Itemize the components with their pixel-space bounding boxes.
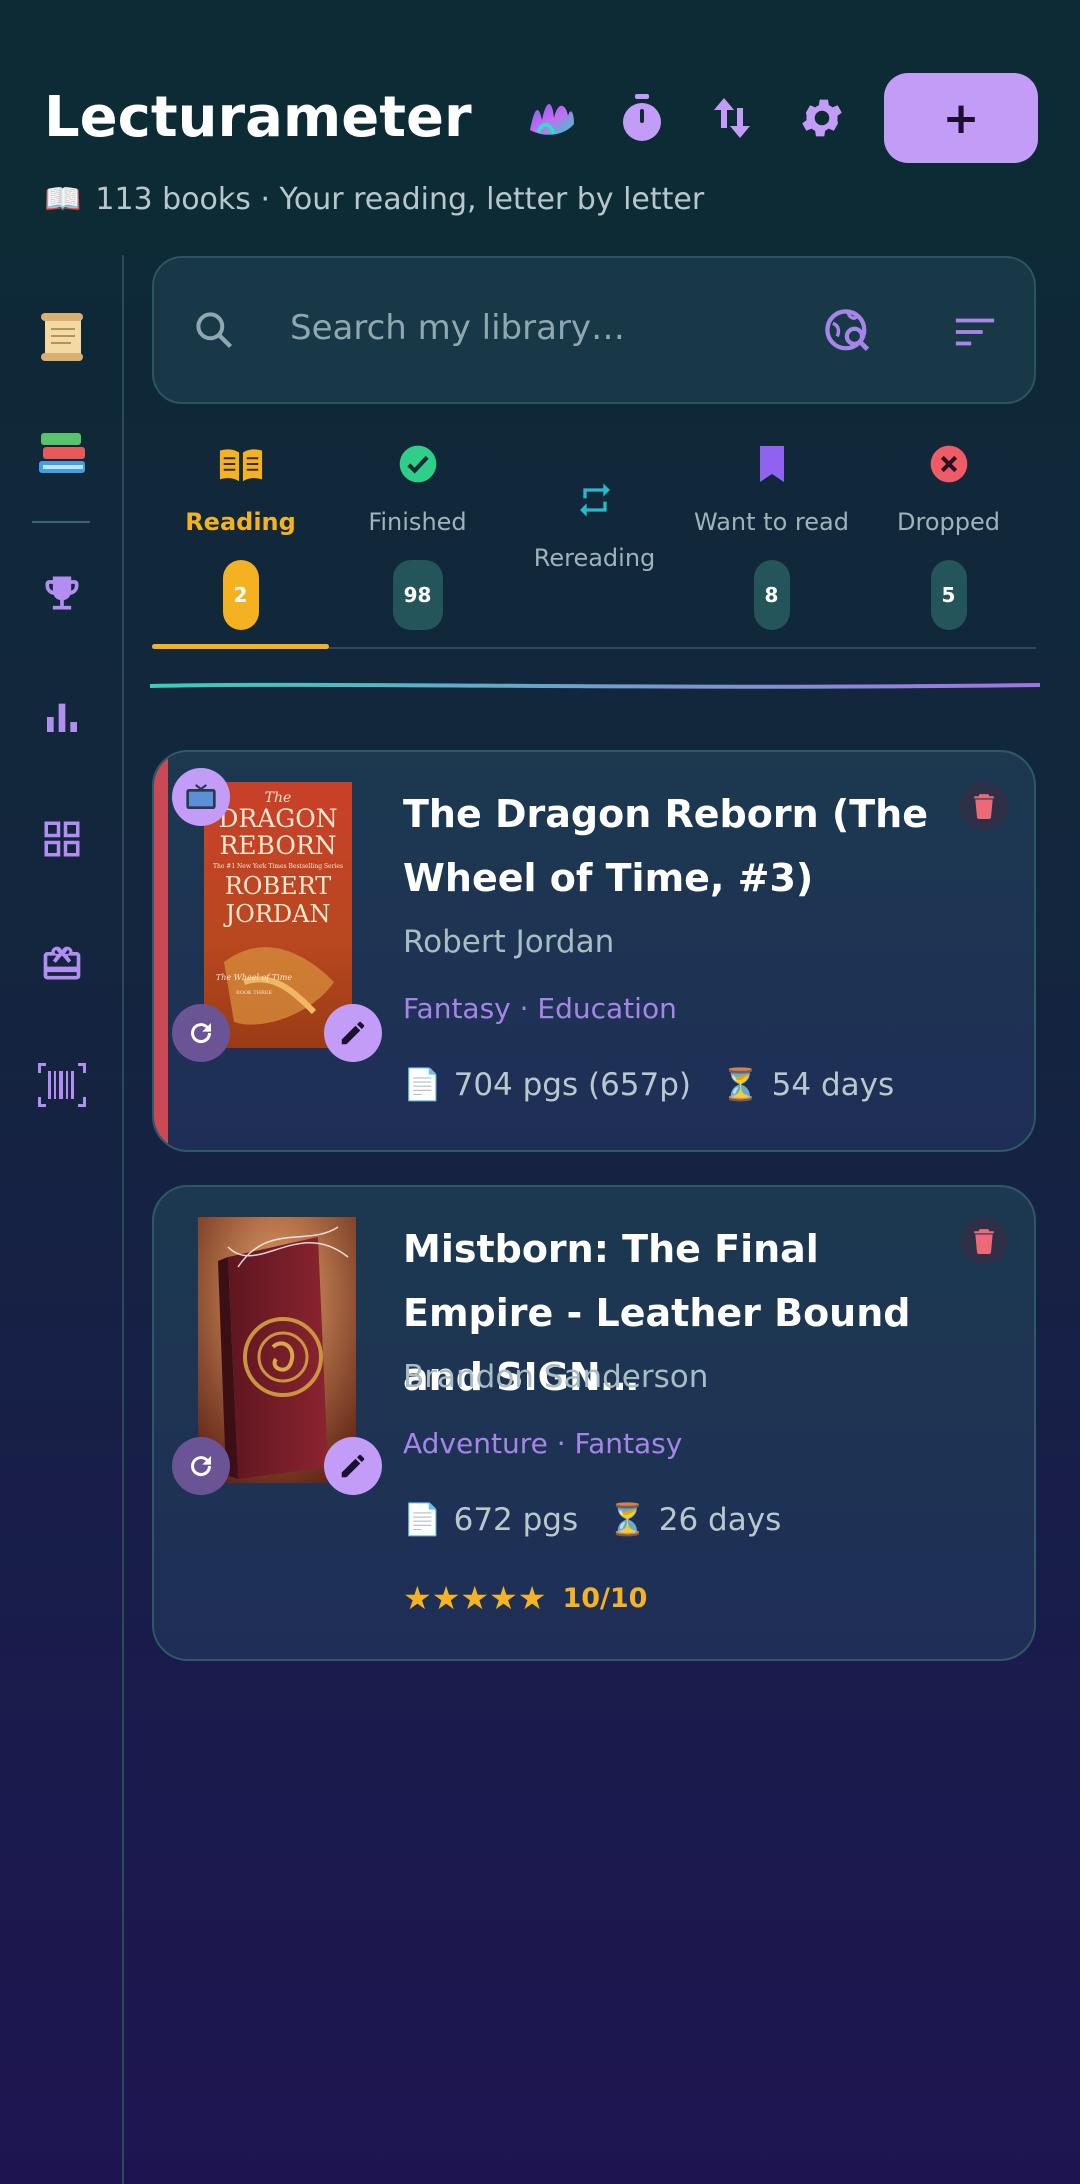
book-meta: 📄 704 pgs (657p) ⏳ 54 days <box>403 1066 895 1104</box>
book-pages: 704 pgs (657p) <box>453 1066 692 1103</box>
hourglass-icon: ⏳ <box>721 1067 760 1103</box>
cancel-circle-icon <box>929 444 969 488</box>
tab-dropped-label: Dropped <box>897 508 1000 536</box>
book-duration: 26 days <box>658 1501 782 1538</box>
grid-icon[interactable] <box>30 807 94 871</box>
tab-finished[interactable]: Finished 98 <box>329 430 506 650</box>
book-genres: Fantasy · Education <box>403 992 677 1025</box>
book-meta: 📄 672 pgs ⏳ 26 days <box>403 1501 782 1539</box>
tab-dropped-count: 5 <box>930 560 967 630</box>
app-title: Lecturameter <box>44 85 472 150</box>
bookmark-icon <box>756 444 788 488</box>
page-icon: 📄 <box>403 1502 442 1538</box>
barcode-icon[interactable] <box>30 1053 94 1117</box>
reread-button[interactable] <box>172 1437 230 1495</box>
progress-glow-divider <box>149 682 1041 689</box>
tab-rereading[interactable]: Rereading <box>506 430 683 650</box>
repeat-icon <box>575 480 615 524</box>
aurora-icon[interactable] <box>522 88 582 148</box>
rating-score: 10/10 <box>562 1582 648 1614</box>
delete-button[interactable] <box>960 1217 1008 1265</box>
library-summary-text: 113 books · Your reading, letter by lett… <box>95 182 705 217</box>
library-summary: 📖 113 books · Your reading, letter by le… <box>44 182 704 217</box>
tab-finished-count: 98 <box>392 560 443 630</box>
book-card[interactable]: The DRAGON REBORN The #1 New York Times … <box>152 750 1036 1152</box>
web-search-icon[interactable] <box>822 306 874 362</box>
edit-button[interactable] <box>324 1437 382 1495</box>
svg-text:DRAGON: DRAGON <box>218 804 337 833</box>
search-input[interactable]: Search my library… <box>290 308 625 348</box>
reread-button[interactable] <box>172 1004 230 1062</box>
gift-icon[interactable] <box>30 931 94 995</box>
open-book-icon: 📖 <box>44 182 82 217</box>
books-icon[interactable] <box>30 421 94 485</box>
page-icon: 📄 <box>403 1067 442 1103</box>
add-book-button[interactable]: + <box>884 73 1038 163</box>
book-pages: 672 pgs <box>453 1501 579 1538</box>
tab-reading-label: Reading <box>185 508 296 536</box>
cover-series: The Wheel of Time <box>216 973 293 982</box>
book-title: The Dragon Reborn (The Wheel of Time, #3… <box>403 792 928 900</box>
book-duration: 54 days <box>771 1066 895 1103</box>
rail-divider <box>32 521 90 523</box>
book-cover[interactable]: The DRAGON REBORN The #1 New York Times … <box>204 782 352 1048</box>
tab-reading-count: 2 <box>222 560 259 630</box>
cover-book-number: BOOK THREE <box>236 990 272 996</box>
sort-arrows-icon[interactable] <box>702 88 762 148</box>
rating-stars: ★★★★★ <box>403 1579 547 1617</box>
search-bar[interactable]: Search my library… <box>152 256 1036 404</box>
book-cover[interactable] <box>198 1217 356 1483</box>
tab-finished-label: Finished <box>368 508 467 536</box>
tab-want-to-read-label: Want to read <box>694 508 849 536</box>
search-icon <box>192 308 236 356</box>
bar-chart-icon[interactable] <box>30 685 94 749</box>
svg-text:ROBERT: ROBERT <box>225 872 332 900</box>
hourglass-icon: ⏳ <box>608 1502 647 1538</box>
filter-icon[interactable] <box>952 312 998 356</box>
tab-dropped[interactable]: Dropped 5 <box>860 430 1037 650</box>
tab-reading[interactable]: Reading 2 <box>152 430 329 650</box>
book-rating: ★★★★★ 10/10 <box>403 1579 647 1617</box>
svg-text:REBORN: REBORN <box>219 831 336 860</box>
tab-rereading-label: Rereading <box>533 544 656 572</box>
timer-icon[interactable] <box>612 88 672 148</box>
edit-button[interactable] <box>324 1004 382 1062</box>
open-book-tab-icon <box>218 444 264 488</box>
status-accent-bar <box>154 752 168 1150</box>
navigation-rail <box>0 255 124 2184</box>
active-tab-indicator <box>152 644 329 649</box>
book-author: Robert Jordan <box>403 924 615 960</box>
settings-icon[interactable] <box>792 88 852 148</box>
book-author: Brandon Sanderson <box>403 1359 709 1395</box>
svg-text:JORDAN: JORDAN <box>223 900 331 928</box>
delete-button[interactable] <box>960 782 1008 830</box>
status-tabs: Reading 2 Finished 98 Rereading Want to … <box>152 430 1036 650</box>
tab-want-to-read-count: 8 <box>753 560 790 630</box>
tv-icon[interactable] <box>172 768 230 826</box>
book-card[interactable]: Mistborn: The Final Empire - Leather Bou… <box>152 1185 1036 1661</box>
trophy-icon[interactable] <box>30 561 94 625</box>
scroll-icon[interactable] <box>30 305 94 369</box>
cover-tagline: The #1 New York Times Bestselling Series <box>213 863 343 870</box>
tab-want-to-read[interactable]: Want to read 8 <box>683 430 860 650</box>
book-genres: Adventure · Fantasy <box>403 1427 683 1460</box>
check-circle-icon <box>398 444 438 488</box>
app-header: Lecturameter + 📖 113 books · Your readin… <box>0 0 1080 255</box>
